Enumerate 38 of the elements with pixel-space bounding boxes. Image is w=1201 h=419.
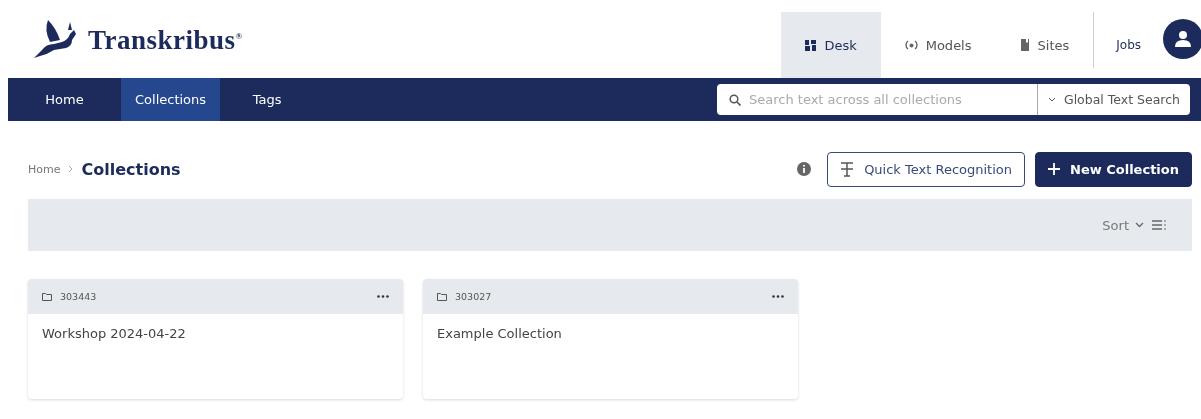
grid-icon: [805, 39, 817, 51]
collection-title: Workshop 2024-04-22: [41, 325, 187, 343]
avatar-button[interactable]: [1163, 19, 1201, 59]
search-icon: [729, 93, 741, 106]
nav-link[interactable]: Jobs: [1094, 12, 1163, 78]
sort-dropdown[interactable]: Sort: [1102, 217, 1144, 233]
nav-tab[interactable]: Collections: [121, 78, 221, 121]
search-mode-dropdown[interactable]: Global Text Search: [1036, 84, 1190, 115]
info-icon[interactable]: [797, 162, 812, 176]
nav-tab[interactable]: Tags: [220, 78, 315, 121]
book-icon: [1019, 39, 1030, 51]
chevron-down-icon: [1047, 97, 1056, 102]
search-field[interactable]: Search text across all collections Global Text Search: [717, 84, 1190, 115]
chevron-right-icon: [68, 165, 74, 173]
more-icon[interactable]: [772, 295, 784, 298]
collection-card[interactable]: 303443 Workshop 2024-04-22: [28, 279, 403, 399]
new-collection-button[interactable]: New Collection: [1035, 151, 1192, 187]
text-recognition-button[interactable]: Quick Text Recognition: [827, 151, 1025, 187]
logo-icon: [32, 20, 78, 60]
text-type-icon: [840, 161, 855, 177]
plus-icon: [1048, 163, 1060, 175]
nav-tab[interactable]: Sites: [995, 12, 1094, 78]
chevron-down-icon: [1135, 222, 1144, 228]
collection-title: Example Collection: [436, 325, 563, 343]
page-title: Collections: [81, 159, 181, 179]
user-icon: [1174, 30, 1192, 48]
list-view-icon[interactable]: [1152, 220, 1166, 230]
nav-tab[interactable]: Models: [880, 12, 996, 78]
collection-card[interactable]: 303027 Example Collection: [423, 279, 798, 399]
folder-icon: [437, 292, 447, 301]
more-icon[interactable]: [377, 295, 389, 298]
collection-id: 303443: [60, 291, 98, 302]
nav-tab[interactable]: Desk: [781, 12, 881, 78]
collection-id: 303027: [455, 291, 493, 302]
nav-tab[interactable]: Home: [8, 78, 121, 121]
brand-name: Transkribus$^{®}$: [88, 24, 243, 56]
breadcrumb-link[interactable]: Home: [28, 162, 61, 176]
folder-icon: [42, 292, 52, 301]
